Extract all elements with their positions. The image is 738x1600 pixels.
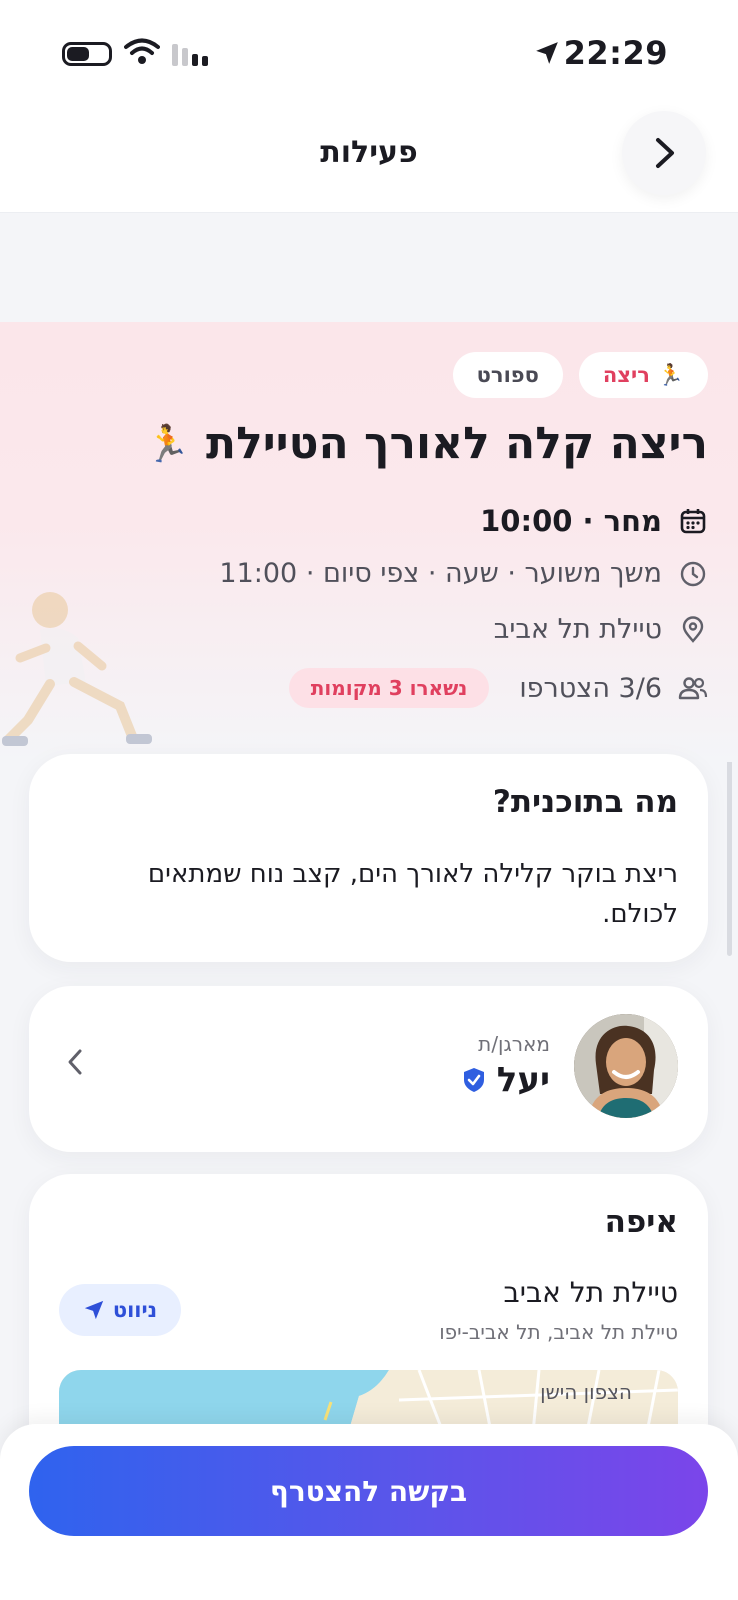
runner-emoji: 🏃 [657, 362, 684, 387]
navigate-icon [84, 1300, 103, 1320]
organizer-name: יעל [496, 1060, 550, 1100]
event-participants-row: 3/6 הצטרפו נשארו 3 מקומות [288, 668, 708, 708]
clock-icon [678, 559, 708, 589]
chip-running[interactable]: 🏃 ריצה [578, 352, 708, 398]
event-location: טיילת תל אביב [493, 614, 662, 645]
people-icon [678, 673, 708, 703]
event-duration-row: משך משוער · שעה · צפי סיום · 11:00 [219, 558, 708, 589]
organizer-name-row: יעל [461, 1060, 550, 1100]
plan-card: מה בתוכנית? ריצת בוקר קלילה לאורך הים, ק… [29, 754, 708, 962]
where-address: טיילת תל אביב, תל אביב-יפו [439, 1320, 678, 1344]
category-chips: 🏃 ריצה ספורט [452, 352, 708, 398]
organizer-role: מארגן/ת [478, 1032, 550, 1056]
event-date-row: מחר · 10:00 [480, 504, 708, 538]
event-location-row: טיילת תל אביב [494, 614, 708, 645]
event-title-emoji: 🏃 [145, 423, 191, 465]
runner-illustration [2, 592, 152, 746]
navigate-button[interactable]: ניווט [59, 1284, 181, 1336]
where-heading: איפה [604, 1204, 678, 1240]
status-time: 22:29 [563, 34, 668, 72]
app-header: פעילות [0, 105, 738, 213]
chip-sport-label: ספורט [476, 363, 539, 387]
chevron-right-icon [656, 138, 674, 168]
wifi-icon [124, 38, 160, 64]
event-title: ריצה קלה לאורך הטיילת 🏃 [145, 418, 708, 469]
avatar [574, 1014, 678, 1118]
chip-sport[interactable]: ספורט [452, 352, 563, 398]
event-participants: 3/6 הצטרפו [519, 672, 662, 704]
event-title-text: ריצה קלה לאורך הטיילת [206, 418, 708, 469]
plan-heading: מה בתוכנית? [492, 784, 678, 820]
chevron-left-icon [68, 1049, 82, 1075]
battery-icon [62, 42, 112, 66]
map-neighborhood-label: הצפון הישן [540, 1380, 632, 1404]
chip-running-label: ריצה [602, 363, 650, 387]
location-arrow-icon [536, 42, 558, 64]
join-request-button[interactable]: בקשה להצטרף [29, 1446, 708, 1536]
calendar-icon [678, 506, 708, 536]
signal-icon [172, 44, 208, 66]
spots-left-badge: נשארו 3 מקומות [288, 668, 490, 708]
organizer-card[interactable]: מארגן/ת יעל [29, 986, 708, 1152]
plan-text: ריצת בוקר קלילה לאורך הים, קצב נוח שמתאי… [147, 859, 678, 929]
navigate-label: ניווט [112, 1298, 158, 1322]
bottom-bar: בקשה להצטרף [0, 1424, 738, 1600]
status-bar: 22:29 [0, 0, 738, 105]
back-button[interactable] [622, 111, 706, 195]
pin-icon [678, 615, 708, 645]
event-date: מחר · 10:00 [480, 504, 662, 538]
event-duration: משך משוער · שעה · צפי סיום · 11:00 [219, 558, 662, 589]
where-place: טיילת תל אביב [503, 1276, 678, 1309]
verified-icon [463, 1068, 484, 1092]
